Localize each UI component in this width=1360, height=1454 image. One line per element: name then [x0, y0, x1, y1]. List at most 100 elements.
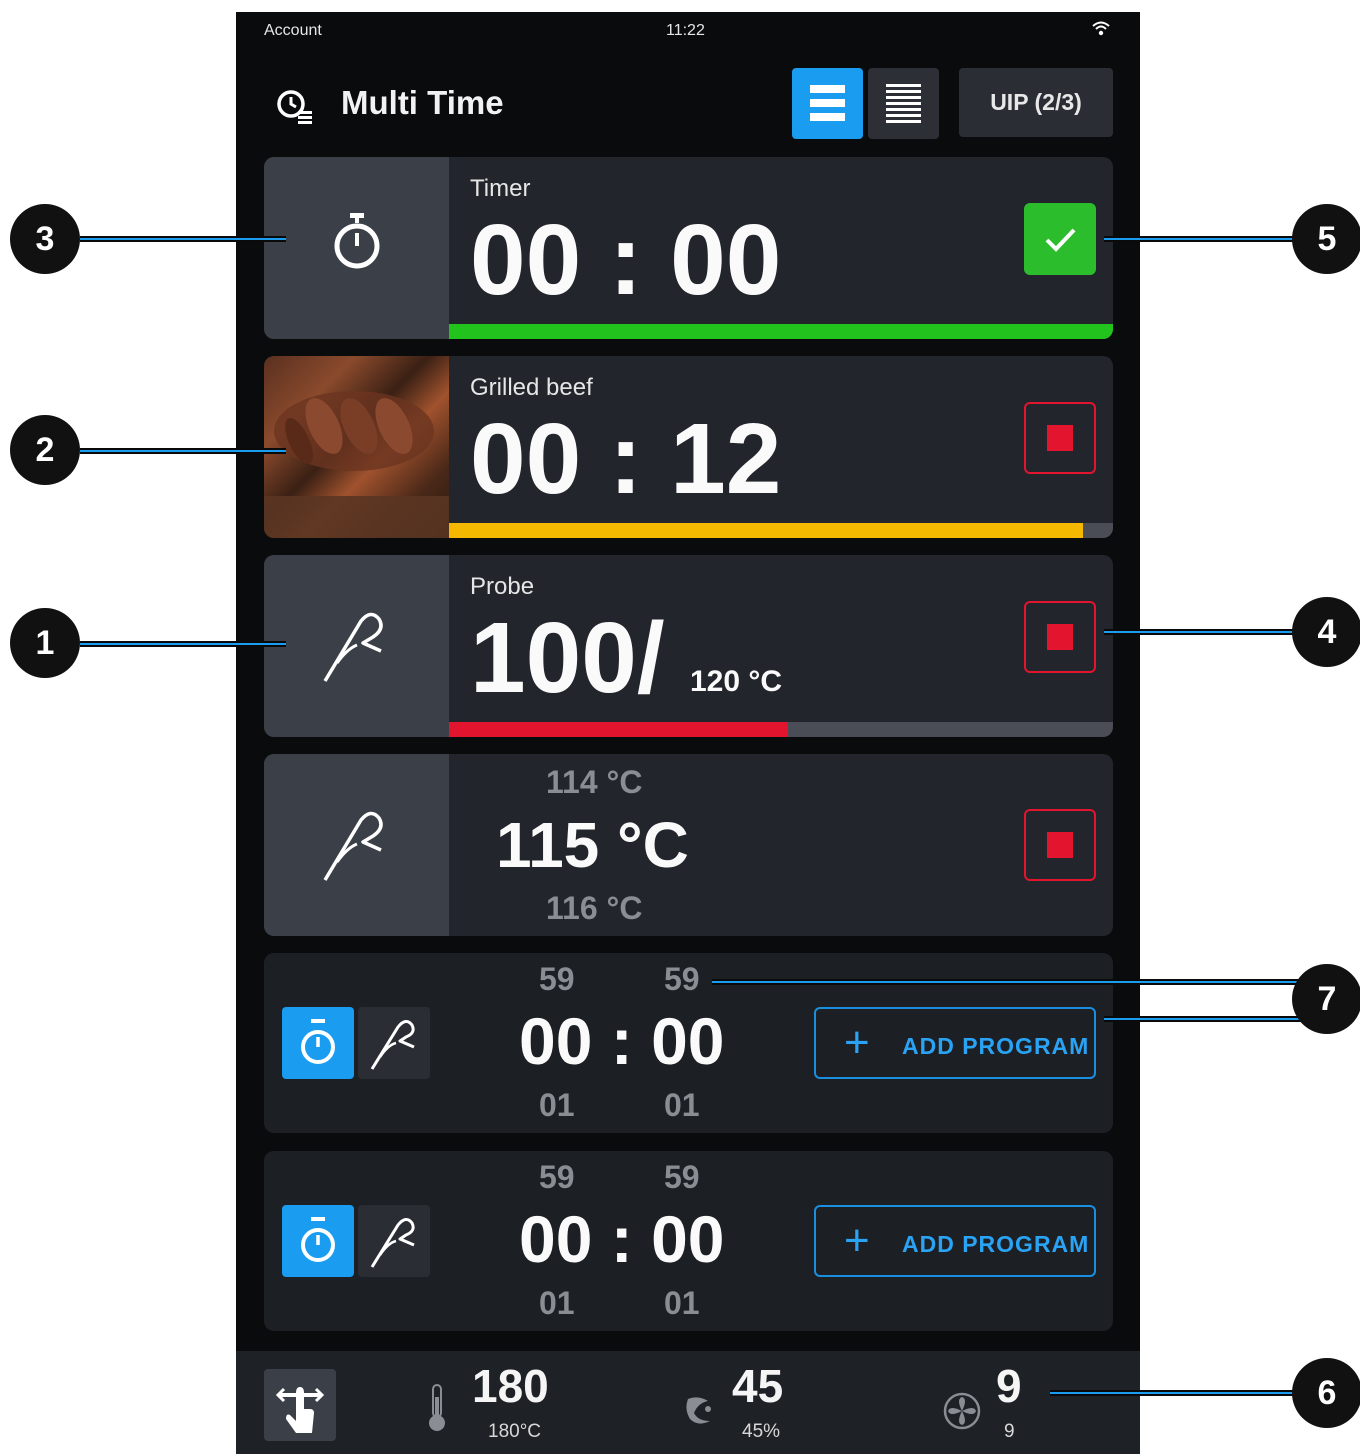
checkmark-icon [1045, 228, 1076, 252]
card-label: Probe [470, 573, 535, 600]
probe-mode-button[interactable] [358, 1205, 430, 1277]
callout-line-1 [80, 641, 286, 647]
thermometer-icon [429, 1384, 445, 1431]
stopwatch-icon [301, 1217, 335, 1262]
time-picker-current[interactable]: 00 : 00 [519, 1003, 724, 1079]
food-photo [264, 391, 449, 538]
beef-progress-bar [449, 523, 1113, 538]
temp-picker-current[interactable]: 115 °C [496, 808, 689, 882]
progress-fill [449, 523, 1084, 538]
progress-fill [449, 722, 788, 737]
minutes-picker-next[interactable]: 01 [539, 1087, 575, 1124]
callout-line-7b [1104, 1016, 1302, 1022]
uip-button[interactable]: UIP (2/3) [959, 68, 1113, 137]
callout-line-4 [1104, 629, 1300, 635]
stop-icon [1047, 425, 1073, 451]
page-title: Multi Time [341, 84, 504, 121]
seconds-picker-prev[interactable]: 59 [664, 961, 700, 998]
probe-target-value: 120 °C [690, 665, 783, 698]
fan-icon [943, 1392, 981, 1430]
plus-icon: + [844, 1216, 871, 1265]
callout-line-2 [80, 448, 286, 454]
clock: 11:22 [666, 22, 705, 39]
view-compact-button[interactable] [868, 68, 939, 139]
stopwatch-icon [334, 213, 380, 269]
callout-badge-7: 7 [1292, 964, 1360, 1034]
add-program-label: ADD PROGRAM [902, 1231, 1090, 1257]
callout-badge-6: 6 [1292, 1358, 1360, 1428]
seconds-picker-prev[interactable]: 59 [664, 1159, 700, 1196]
timer-value: 00 : 00 [470, 204, 782, 316]
probe-mode-pane[interactable] [264, 555, 449, 737]
device-screen: Account 11:22 Multi Time UIP (2/3) Timer… [236, 12, 1140, 1454]
add-program-label: ADD PROGRAM [902, 1033, 1090, 1059]
minutes-picker-prev[interactable]: 59 [539, 961, 575, 998]
stop-button[interactable] [1024, 809, 1096, 881]
new-program-card-2[interactable]: 59 59 00 : 00 01 01 + ADD PROGRAM [264, 1151, 1113, 1331]
temp-picker-prev[interactable]: 114 °C [546, 764, 642, 801]
stopwatch-icon [301, 1019, 335, 1064]
timer-progress-bar [449, 324, 1113, 339]
probe-icon [370, 1020, 415, 1070]
probe-card[interactable]: Probe 100/ 120 °C [264, 555, 1113, 737]
touch-button[interactable] [264, 1369, 336, 1441]
probe-progress-bar [449, 722, 1113, 737]
timer-mode-button[interactable] [282, 1205, 354, 1277]
seconds-picker-next[interactable]: 01 [664, 1285, 700, 1322]
multi-time-icon [277, 90, 312, 124]
done-button[interactable] [1024, 203, 1096, 275]
callout-badge-4: 4 [1292, 597, 1360, 667]
seconds-picker-next[interactable]: 01 [664, 1087, 700, 1124]
list-compact-icon [886, 84, 921, 123]
header: Multi Time UIP (2/3) [236, 68, 1140, 148]
probe-setpoint-card[interactable]: 114 °C 115 °C 116 °C [264, 754, 1113, 936]
callout-line-5 [1104, 236, 1300, 242]
minutes-picker-prev[interactable]: 59 [539, 1159, 575, 1196]
card-label: Timer [470, 175, 531, 202]
probe-mode-button[interactable] [358, 1007, 430, 1079]
grilled-beef-card[interactable]: Grilled beef 00 : 12 [264, 356, 1113, 538]
status-bar: Account 11:22 [236, 12, 1140, 50]
callout-line-3 [80, 236, 286, 242]
probe-current-value: 100/ [470, 602, 665, 714]
cabinet-temp-value[interactable]: 180 [472, 1359, 549, 1413]
callout-badge-1: 1 [10, 608, 80, 678]
probe-icon [370, 1218, 415, 1268]
humidity-actual: 45% [742, 1421, 781, 1442]
wifi-icon [1092, 21, 1110, 36]
stop-icon [1047, 832, 1073, 858]
stop-icon [1047, 624, 1073, 650]
touch-hand-icon [275, 1387, 325, 1433]
view-large-button[interactable] [792, 68, 863, 139]
timer-mode-pane[interactable] [264, 157, 449, 339]
bottom-status-bar: 180 180°C 45 45% 9 9 [236, 1351, 1140, 1454]
account-label: Account [264, 22, 322, 39]
stop-button[interactable] [1024, 402, 1096, 474]
grilled-beef-image[interactable] [264, 356, 449, 538]
time-picker-current[interactable]: 00 : 00 [519, 1201, 724, 1277]
fan-speed-value[interactable]: 9 [996, 1359, 1022, 1413]
progress-fill [449, 324, 1113, 339]
callout-line-6 [1050, 1390, 1300, 1396]
fan-speed-actual: 9 [1004, 1421, 1015, 1442]
timer-card[interactable]: Timer 00 : 00 [264, 157, 1113, 339]
add-program-button[interactable]: + ADD PROGRAM [814, 1007, 1096, 1079]
add-program-button[interactable]: + ADD PROGRAM [814, 1205, 1096, 1277]
beef-timer-value: 00 : 12 [470, 403, 782, 515]
temp-picker-next[interactable]: 116 °C [546, 890, 642, 927]
callout-badge-3: 3 [10, 204, 80, 274]
list-large-icon [810, 85, 845, 121]
plus-icon: + [844, 1018, 871, 1067]
humidity-icon [686, 1397, 711, 1424]
probe-mode-pane[interactable] [264, 754, 449, 936]
timer-mode-button[interactable] [282, 1007, 354, 1079]
minutes-picker-next[interactable]: 01 [539, 1285, 575, 1322]
stop-button[interactable] [1024, 601, 1096, 673]
callout-badge-5: 5 [1292, 204, 1360, 274]
callout-line-7a [712, 979, 1302, 985]
card-label: Grilled beef [470, 374, 593, 401]
cabinet-temp-actual: 180°C [488, 1421, 542, 1442]
callout-badge-2: 2 [10, 415, 80, 485]
probe-icon [323, 811, 383, 881]
humidity-value[interactable]: 45 [732, 1359, 783, 1413]
